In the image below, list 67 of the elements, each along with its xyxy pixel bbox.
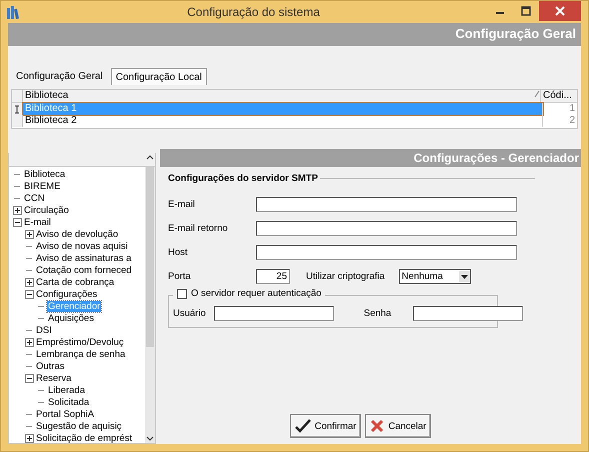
tree-item[interactable]: Aquisições (47, 312, 95, 324)
field-label: Utilizar criptografia (306, 270, 385, 282)
tree-item[interactable]: Sugestão de aquisiç (35, 420, 123, 432)
field-label: Senha (364, 308, 392, 319)
section-header: Configuração Geral (8, 23, 581, 46)
field-label: E-mail (168, 198, 196, 210)
checkbox-label: O servidor requer autenticação (191, 288, 322, 299)
tree-item[interactable]: E-mail (23, 216, 52, 228)
field-label: E-mail retorno (168, 222, 229, 234)
expand-icon[interactable] (25, 434, 34, 442)
expand-icon[interactable] (13, 206, 22, 214)
sort-icon (534, 90, 540, 98)
close-icon[interactable] (539, 1, 581, 21)
tree-item[interactable]: Solicitação de emprést (35, 432, 134, 443)
confirm-button[interactable]: Confirmar (290, 414, 362, 438)
row-header-cell[interactable] (12, 115, 23, 127)
tree-item[interactable]: Biblioteca (23, 168, 66, 180)
table-cell-text: 1 (568, 103, 576, 115)
tree-item[interactable]: CCN (23, 192, 46, 204)
tree-item[interactable]: Outras (35, 360, 66, 372)
field-label: Porta (168, 270, 192, 282)
cancel-button[interactable]: Cancelar (365, 414, 432, 438)
tree-item[interactable]: Configurações (35, 288, 98, 300)
collapse-icon[interactable] (13, 218, 22, 226)
tree-item[interactable]: Aviso de devolução (35, 228, 120, 240)
tree-item[interactable]: Lembrança de senha (35, 348, 126, 360)
tree-item[interactable]: Aviso de novas aquisi (35, 240, 129, 252)
books-icon (6, 5, 20, 19)
scrollbar-thumb[interactable] (146, 167, 154, 347)
port-field[interactable]: 25 (256, 268, 290, 284)
checkmark-icon (294, 419, 311, 433)
column-header[interactable]: Códi... (541, 90, 577, 102)
input-field[interactable] (256, 244, 517, 260)
encryption-dropdown[interactable]: Nenhuma (398, 268, 471, 284)
row-header-cell[interactable] (12, 103, 23, 115)
window-title: Configuração do sistema (186, 5, 321, 19)
collapse-icon[interactable] (25, 374, 34, 382)
tree-item[interactable]: Portal SophiA (35, 408, 96, 420)
tree-item[interactable]: BIREME (23, 180, 62, 192)
input-field[interactable] (256, 196, 517, 212)
panel-header: Configurações - Gerenciador (160, 149, 581, 167)
tree-item[interactable]: Aviso de assinaturas a (35, 252, 132, 264)
expand-icon[interactable] (25, 278, 34, 286)
tree-item[interactable]: Cotação com forneced (35, 264, 133, 276)
collapse-icon[interactable] (25, 290, 34, 298)
cross-icon (370, 419, 384, 433)
expand-icon[interactable] (25, 230, 34, 238)
tree-item[interactable]: DSI (35, 324, 53, 336)
input-field[interactable] (256, 220, 517, 236)
input-field[interactable] (413, 306, 524, 321)
tree-item[interactable]: Carta de cobrança (35, 276, 116, 288)
checkbox[interactable] (177, 288, 187, 298)
tab[interactable]: Configuração Local (110, 68, 207, 85)
tree-item[interactable]: Circulação (23, 204, 70, 216)
table-cell-text: 2 (568, 115, 576, 127)
tab[interactable]: Configuração Geral (12, 68, 107, 85)
tree-item[interactable]: Solicitada (47, 396, 90, 408)
field-label: Usuário (173, 308, 206, 319)
field-label: Host (168, 246, 189, 258)
table-cell[interactable]: Biblioteca 2 (23, 115, 543, 127)
row-indicator-icon (14, 104, 20, 114)
expand-icon[interactable] (25, 338, 34, 346)
input-field[interactable] (214, 306, 334, 321)
tree-item[interactable]: Liberada (47, 384, 86, 396)
tree-item[interactable]: Reserva (35, 372, 72, 384)
group-title: Configurações do servidor SMTP (168, 173, 318, 184)
tree-item[interactable]: Empréstimo/Devoluç (35, 336, 125, 348)
